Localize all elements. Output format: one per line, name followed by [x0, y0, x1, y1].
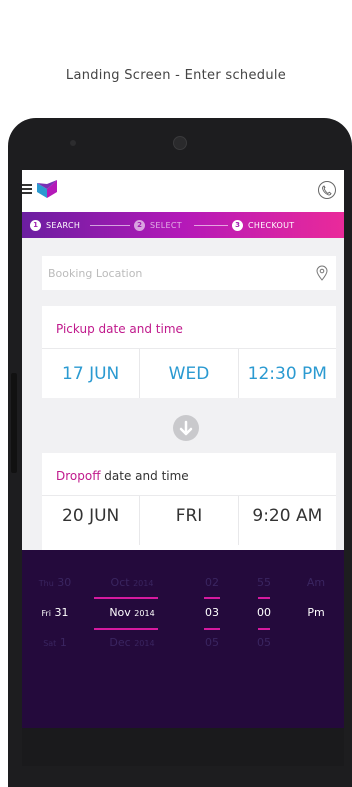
- pickup-day[interactable]: WED: [140, 349, 239, 398]
- step-select[interactable]: 2 SELECT: [134, 219, 182, 231]
- picker-minute-underline-bottom: [258, 628, 270, 630]
- pickup-card: Pickup date and time 17 JUN WED 12:30 PM: [42, 306, 336, 398]
- phone-frame: 1 SEARCH 2 SELECT 3 CHECKOUT Booking Loc…: [8, 118, 352, 787]
- picker-day-prev[interactable]: Thu 30: [22, 576, 88, 589]
- app-header: [22, 170, 344, 212]
- speaker-dot: [70, 140, 76, 146]
- picker-month-underline-bottom: [94, 628, 158, 630]
- phone-call-icon[interactable]: [318, 181, 336, 199]
- step-connector: [194, 225, 228, 226]
- picker-day-next[interactable]: Sat 1: [22, 636, 88, 649]
- dropoff-card: Dropoff date and time 20 JUN FRI 9:20 AM: [42, 453, 336, 563]
- picker-hour-underline-bottom: [204, 628, 220, 630]
- step-checkout-label: CHECKOUT: [248, 220, 295, 230]
- step-search-number: 1: [30, 219, 41, 231]
- booking-location-placeholder: Booking Location: [48, 266, 143, 280]
- step-connector: [90, 225, 130, 226]
- dropoff-title-accent: Dropoff: [56, 469, 101, 483]
- phone-bottom-bezel: [8, 766, 352, 787]
- picker-month-underline-top: [94, 597, 158, 599]
- phone-top-bezel: [8, 118, 352, 164]
- picker-day-column[interactable]: Thu 30 Fri 31 Sat 1: [22, 550, 88, 728]
- location-pin-icon[interactable]: [316, 265, 328, 281]
- front-camera: [173, 136, 187, 150]
- picker-month-next[interactable]: Dec 2014: [92, 636, 172, 649]
- app-screen: 1 SEARCH 2 SELECT 3 CHECKOUT Booking Loc…: [22, 170, 344, 766]
- picker-month-column[interactable]: Oct 2014 Nov 2014 Dec 2014: [92, 550, 172, 728]
- booking-location-input[interactable]: Booking Location: [42, 256, 336, 290]
- progress-steps: 1 SEARCH 2 SELECT 3 CHECKOUT: [22, 212, 344, 238]
- dropoff-title-rest: date and time: [100, 469, 189, 483]
- picker-minute-column[interactable]: 55 00 05: [244, 550, 284, 728]
- swap-button[interactable]: [173, 415, 199, 441]
- menu-icon[interactable]: [22, 184, 32, 194]
- step-checkout-number: 3: [232, 219, 243, 231]
- picker-minute-prev[interactable]: 55: [244, 576, 284, 589]
- picker-ampm-prev[interactable]: Am: [296, 576, 336, 589]
- step-select-label: SELECT: [150, 220, 182, 230]
- page-caption: Landing Screen - Enter schedule: [65, 68, 287, 83]
- picker-minute-selected[interactable]: 00: [244, 606, 284, 619]
- step-select-number: 2: [134, 219, 145, 231]
- step-search-label: SEARCH: [46, 220, 81, 230]
- picker-minute-next[interactable]: 05: [244, 636, 284, 649]
- step-checkout[interactable]: 3 CHECKOUT: [232, 219, 295, 231]
- dropoff-row: 20 JUN FRI 9:20 AM: [42, 495, 336, 545]
- picker-hour-next[interactable]: 05: [192, 636, 232, 649]
- picker-hour-column[interactable]: 02 03 05: [192, 550, 232, 728]
- pickup-date[interactable]: 17 JUN: [42, 349, 141, 398]
- dropoff-day[interactable]: FRI: [140, 496, 239, 545]
- picker-day-selected[interactable]: Fri 31: [22, 606, 88, 619]
- phone-side-button: [11, 373, 17, 473]
- picker-ampm-column[interactable]: Am Pm: [296, 550, 336, 728]
- picker-ampm-selected[interactable]: Pm: [296, 606, 336, 619]
- pickup-row: 17 JUN WED 12:30 PM: [42, 348, 336, 398]
- dropoff-date[interactable]: 20 JUN: [42, 496, 141, 545]
- dropoff-title: Dropoff date and time: [56, 469, 189, 483]
- date-time-picker[interactable]: Thu 30 Fri 31 Sat 1 Oct 2014 Nov 2014 De…: [22, 550, 344, 728]
- pickup-title: Pickup date and time: [56, 322, 183, 336]
- brand-logo-icon: [37, 180, 57, 198]
- picker-month-prev[interactable]: Oct 2014: [92, 576, 172, 589]
- picker-minute-underline-top: [258, 597, 270, 599]
- picker-month-selected[interactable]: Nov 2014: [92, 606, 172, 619]
- screen-bottom-bar: [22, 728, 344, 766]
- pickup-time[interactable]: 12:30 PM: [239, 349, 336, 398]
- dropoff-time[interactable]: 9:20 AM: [239, 496, 336, 545]
- picker-hour-prev[interactable]: 02: [192, 576, 232, 589]
- picker-hour-selected[interactable]: 03: [192, 606, 232, 619]
- step-search[interactable]: 1 SEARCH: [30, 219, 80, 231]
- arrow-down-icon: [179, 420, 193, 436]
- picker-hour-underline-top: [204, 597, 220, 599]
